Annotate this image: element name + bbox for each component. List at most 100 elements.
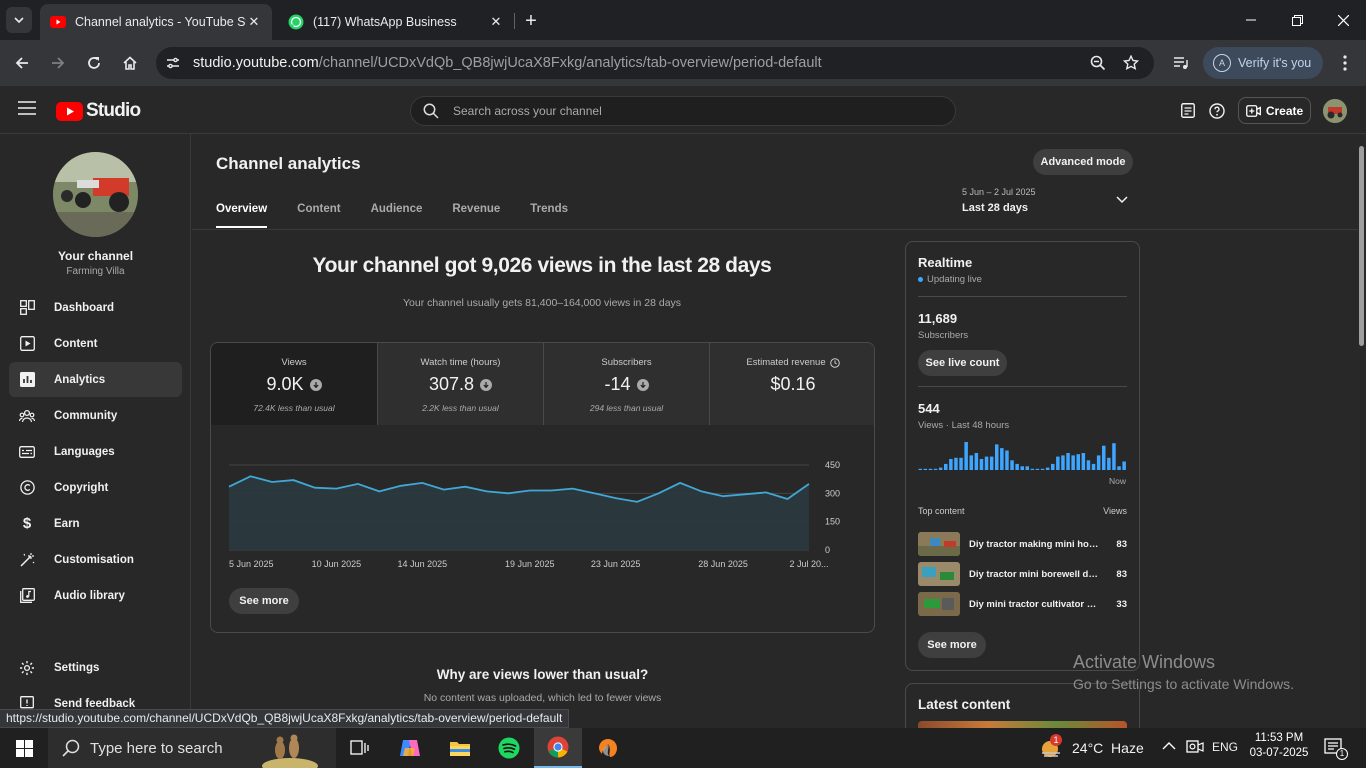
sidebar-item-label: Languages [54, 445, 115, 458]
top-content-row[interactable]: Diy tractor mini borewell drill... 83 [918, 562, 1127, 586]
account-avatar[interactable] [1323, 99, 1347, 123]
bookmark-star-icon[interactable] [1123, 55, 1139, 71]
realtime-bar [1015, 463, 1019, 470]
search-icon [423, 103, 439, 119]
spotify-app[interactable] [485, 728, 533, 768]
fl-studio-app[interactable] [584, 728, 632, 768]
studio-logo[interactable]: Studio [56, 100, 141, 122]
camera-icon [1186, 740, 1204, 753]
home-button[interactable] [115, 48, 145, 78]
help-button[interactable] [1209, 103, 1225, 119]
sidebar-item-languages[interactable]: Languages [9, 434, 182, 469]
realtime-bar [1030, 468, 1035, 470]
earn-icon: $ [22, 515, 32, 532]
sidebar-item-settings[interactable]: Settings [9, 650, 182, 685]
browser-menu-button[interactable] [1330, 48, 1360, 78]
reload-button[interactable] [79, 48, 109, 78]
advanced-mode-button[interactable]: Advanced mode [1033, 149, 1133, 175]
arrow-left-icon [15, 57, 28, 69]
copilot-app[interactable] [386, 728, 434, 768]
realtime-bar [938, 467, 943, 470]
chevron-down-icon [14, 17, 24, 24]
notification-center-button[interactable]: 1 [1324, 738, 1348, 760]
metric-views[interactable]: Views 9.0K 72.4K less than usual [211, 343, 377, 425]
chart-x-tick-label: 23 Jun 2025 [591, 559, 641, 569]
start-button[interactable] [0, 728, 48, 768]
chrome-app[interactable] [534, 728, 582, 768]
tab-whatsapp[interactable]: (117) WhatsApp Business ✕ [278, 4, 514, 40]
sidebar-item-label: Analytics [54, 373, 106, 386]
tab-search-button[interactable] [6, 7, 32, 33]
create-button[interactable]: Create [1238, 97, 1311, 124]
task-view-icon [350, 740, 369, 755]
taskbar-search-input[interactable]: Type here to search [48, 728, 336, 768]
chart-y-tick-label: 150 [825, 517, 840, 527]
realtime-bar [1005, 450, 1009, 470]
subscribers-label: Subscribers [918, 330, 969, 341]
sidebar-item-content[interactable]: Content [9, 326, 182, 361]
arrow-right-icon [52, 57, 65, 69]
help-icon [1209, 103, 1225, 119]
restore-button[interactable] [1274, 0, 1320, 40]
notification-count: 1 [1336, 748, 1348, 760]
system-clock[interactable]: 11:53 PM 03-07-2025 [1246, 732, 1312, 759]
date-period-selector[interactable]: Last 28 days [962, 202, 1028, 214]
task-view-button[interactable] [336, 728, 384, 768]
arrow-down-icon [636, 378, 649, 391]
sidebar-item-analytics[interactable]: Analytics [9, 362, 182, 397]
realtime-bar [1010, 460, 1014, 470]
page-scrollbar[interactable] [1358, 134, 1366, 728]
tray-overflow-button[interactable] [1162, 741, 1176, 751]
see-more-button[interactable]: See more [229, 588, 299, 614]
metric-watch-time[interactable]: Watch time (hours) 307.8 2.2K less than … [377, 343, 543, 425]
browser-tab-strip: Channel analytics - YouTube Stu ✕ (117) … [0, 0, 1366, 40]
metric-revenue[interactable]: Estimated revenue $0.16 [709, 343, 874, 425]
tab-overview[interactable]: Overview [216, 203, 268, 228]
sidebar-item-audio-library[interactable]: Audio library [9, 578, 182, 613]
top-content-title: Diy mini tractor cultivator pl... [969, 598, 1099, 610]
webcam-tray-icon[interactable] [1186, 739, 1204, 755]
media-controls-button[interactable] [1166, 48, 1196, 78]
address-bar[interactable]: studio.youtube.com/channel/UCDxVdQb_QB8j… [156, 47, 1154, 79]
channel-search-input[interactable]: Search across your channel [410, 96, 956, 126]
channel-avatar[interactable] [53, 152, 138, 237]
new-tab-button[interactable]: + [520, 10, 542, 32]
realtime-see-more-button[interactable]: See more [918, 632, 986, 658]
metric-subscribers[interactable]: Subscribers -14 294 less than usual [543, 343, 709, 425]
close-tab-icon[interactable]: ✕ [488, 14, 504, 30]
sidebar-item-copyright[interactable]: Copyright [9, 470, 182, 505]
chart-x-tick-label: 10 Jun 2025 [312, 559, 362, 569]
top-content-row[interactable]: Diy tractor making mini hou... 83 [918, 532, 1127, 556]
see-live-count-button[interactable]: See live count [918, 350, 1007, 376]
chevron-down-icon[interactable] [1116, 196, 1128, 204]
tab-content[interactable]: Content [297, 203, 340, 228]
sidebar-item-dashboard[interactable]: Dashboard [9, 290, 182, 325]
tab-youtube-studio[interactable]: Channel analytics - YouTube Stu ✕ [40, 4, 272, 40]
realtime-bar [944, 463, 948, 470]
verify-profile-button[interactable]: A Verify it's you [1203, 47, 1323, 79]
minimize-button[interactable] [1228, 0, 1274, 40]
forward-button[interactable] [43, 48, 73, 78]
file-explorer-app[interactable] [436, 728, 484, 768]
close-window-button[interactable] [1320, 0, 1366, 40]
scrollbar-thumb[interactable] [1359, 146, 1364, 346]
sidebar-item-label: Copyright [54, 481, 109, 494]
tab-trends[interactable]: Trends [530, 203, 568, 228]
sidebar-item-customisation[interactable]: Customisation [9, 542, 182, 577]
weather-widget[interactable]: 1 24°C Haze [1040, 734, 1144, 759]
site-settings-icon [167, 57, 179, 69]
subtitles-button[interactable] [1181, 103, 1195, 118]
tab-audience[interactable]: Audience [371, 203, 423, 228]
close-tab-icon[interactable]: ✕ [246, 14, 262, 30]
latest-content-thumbnail[interactable] [918, 721, 1127, 728]
tab-revenue[interactable]: Revenue [452, 203, 500, 228]
zoom-icon[interactable] [1090, 55, 1106, 71]
top-content-row[interactable]: Diy mini tractor cultivator pl... 33 [918, 592, 1127, 616]
verify-label: Verify it's you [1238, 56, 1312, 70]
language-indicator[interactable]: ENG [1212, 740, 1238, 754]
back-button[interactable] [7, 48, 37, 78]
hamburger-menu-button[interactable] [18, 101, 36, 115]
sidebar-item-community[interactable]: Community [9, 398, 182, 433]
realtime-bar [1000, 448, 1004, 470]
sidebar-item-earn[interactable]: $ Earn [9, 506, 182, 541]
